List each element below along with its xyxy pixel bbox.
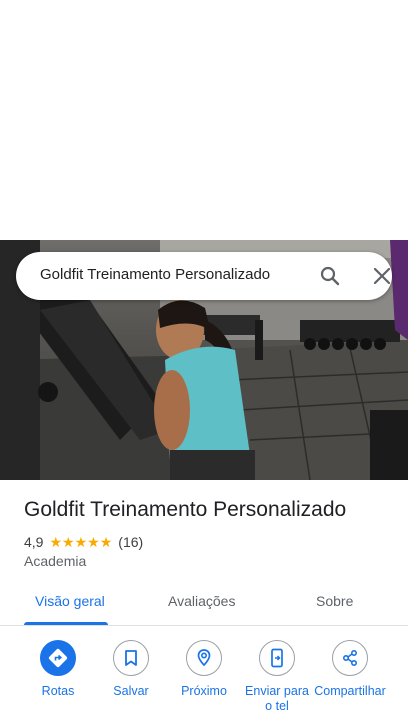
rating-value: 4,9 (24, 534, 44, 550)
directions-label: Rotas (41, 684, 75, 698)
nearby-button[interactable]: Próximo (167, 640, 241, 699)
search-bar[interactable]: Goldfit Treinamento Personalizado (16, 252, 392, 300)
directions-button[interactable]: Rotas (21, 640, 95, 699)
directions-icon[interactable] (40, 640, 76, 676)
star-icon: ★ (74, 534, 88, 550)
star-icon: ★ (49, 534, 63, 550)
bookmark-icon[interactable] (113, 640, 149, 676)
rating-row[interactable]: 4,9 ★ ★ ★ ★ ★ (16) (24, 533, 143, 551)
place-tabs: Visão geral Avaliações Sobre (0, 582, 408, 626)
share-icon[interactable] (332, 640, 368, 676)
nearby-icon[interactable] (186, 640, 222, 676)
send-to-phone-button[interactable]: Enviar para o tel (240, 640, 314, 714)
map-blank-area (0, 0, 408, 240)
action-buttons: Rotas Salvar Próximo Enviar para o tel C… (0, 640, 408, 720)
tab-overview[interactable]: Visão geral (35, 593, 105, 609)
send-to-phone-label: Enviar para o tel (245, 684, 309, 713)
share-button[interactable]: Compartilhar (313, 640, 387, 699)
nearby-label: Próximo (181, 684, 227, 698)
search-query-text[interactable]: Goldfit Treinamento Personalizado (40, 266, 270, 283)
search-icon[interactable] (318, 264, 342, 288)
share-label: Compartilhar (314, 684, 386, 698)
place-category: Academia (24, 553, 87, 569)
review-count[interactable]: (16) (118, 534, 143, 550)
star-icon: ★ (99, 534, 113, 550)
close-icon[interactable] (370, 264, 394, 288)
save-button[interactable]: Salvar (94, 640, 168, 699)
active-tab-indicator (24, 622, 108, 625)
tab-about[interactable]: Sobre (316, 593, 353, 609)
tab-reviews[interactable]: Avaliações (168, 593, 235, 609)
star-icon: ★ (62, 534, 75, 550)
send-to-phone-icon[interactable] (259, 640, 295, 676)
star-rating: ★ ★ ★ ★ ★ (49, 535, 112, 549)
place-title: Goldfit Treinamento Personalizado (24, 498, 347, 521)
save-label: Salvar (113, 684, 149, 698)
star-icon: ★ (87, 534, 100, 550)
